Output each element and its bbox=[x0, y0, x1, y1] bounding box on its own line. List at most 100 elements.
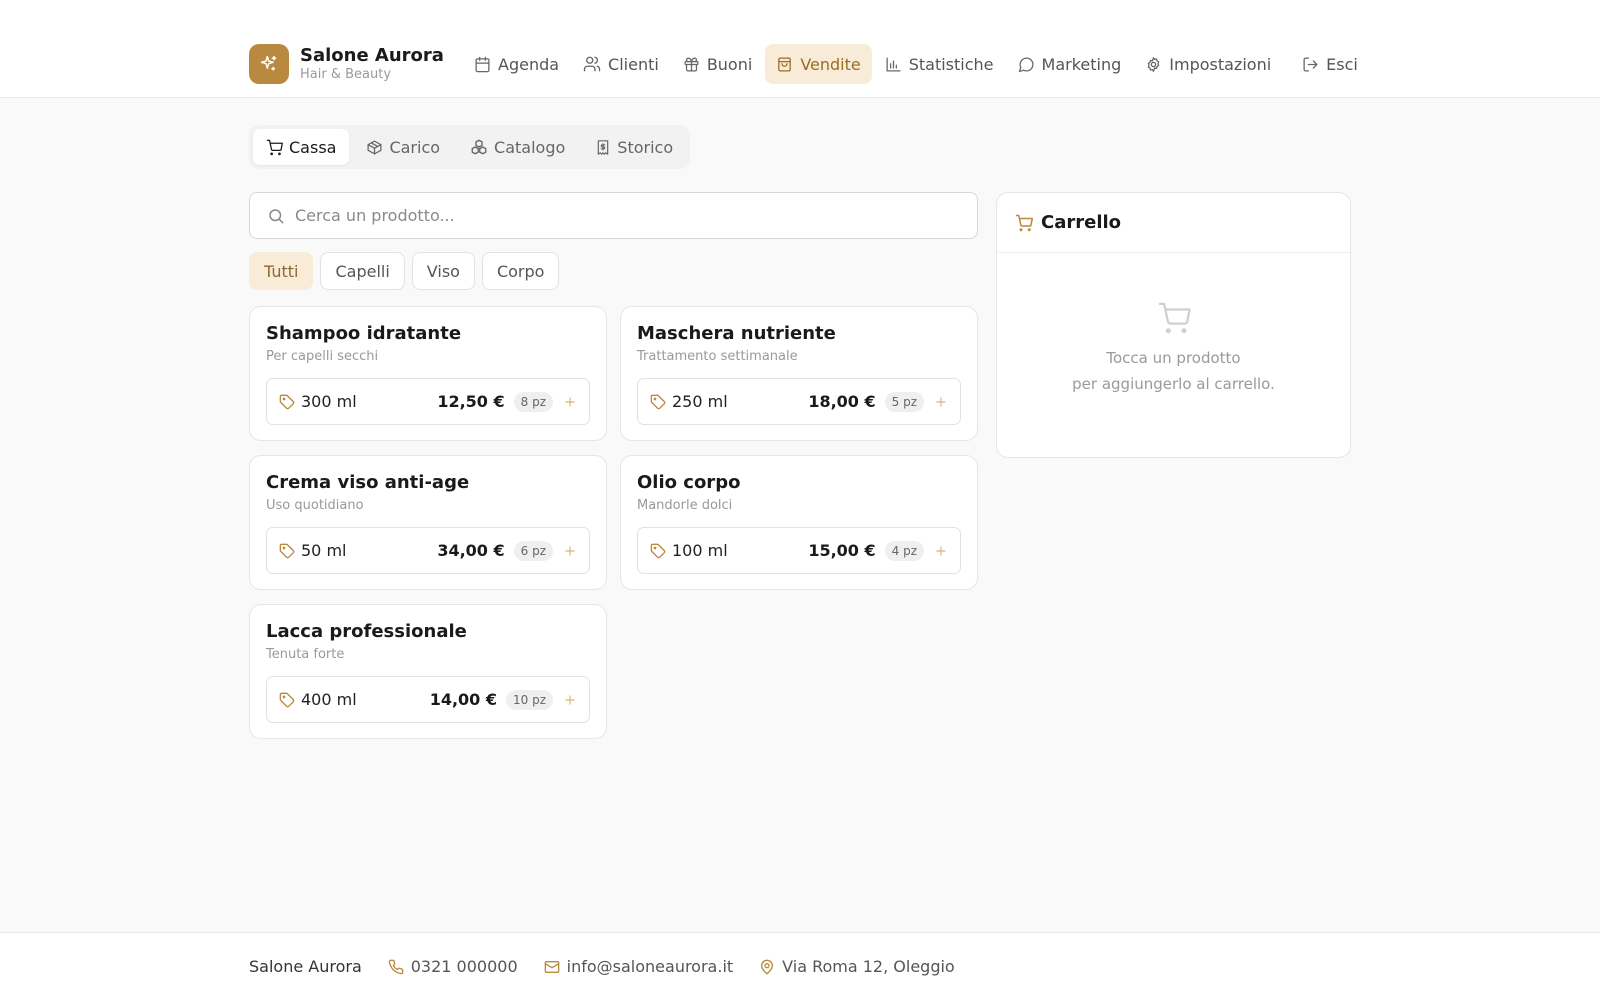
footer-address[interactable]: Via Roma 12, Oleggio bbox=[759, 957, 955, 976]
tab-carico[interactable]: Carico bbox=[353, 129, 453, 165]
nav-esci-label: Esci bbox=[1326, 54, 1358, 74]
product-card: Lacca professionale Tenuta forte 400 ml … bbox=[249, 604, 607, 739]
calendar-icon bbox=[474, 56, 491, 73]
product-name: Shampoo idratante bbox=[266, 323, 462, 344]
nav-statistiche-label: Statistiche bbox=[908, 54, 994, 74]
brand-subtitle: Hair & Beauty bbox=[300, 67, 392, 82]
users-icon bbox=[583, 55, 601, 73]
plus-icon[interactable] bbox=[561, 691, 579, 709]
product-description: Uso quotidiano bbox=[266, 498, 364, 513]
nav-marketing[interactable]: Marketing bbox=[1007, 44, 1133, 84]
product-variant-button[interactable]: 400 ml 14,00 € 10 pz bbox=[266, 676, 590, 723]
gift-icon bbox=[683, 56, 700, 73]
mail-icon bbox=[544, 959, 560, 975]
footer-email-text: info@saloneaurora.it bbox=[566, 957, 734, 976]
tag-icon bbox=[650, 543, 666, 559]
bar-chart-icon bbox=[885, 56, 902, 73]
filter-corpo[interactable]: Corpo bbox=[481, 252, 560, 290]
plus-icon[interactable] bbox=[932, 393, 950, 411]
variant-size: 100 ml bbox=[672, 541, 728, 560]
tab-cassa-label: Cassa bbox=[289, 137, 337, 157]
shopping-cart-icon bbox=[266, 139, 283, 156]
filter-tutti[interactable]: Tutti bbox=[249, 252, 314, 290]
tab-catalogo-label: Catalogo bbox=[494, 137, 566, 157]
category-filters: Tutti Capelli Viso Corpo bbox=[249, 252, 566, 290]
message-circle-icon bbox=[1018, 56, 1035, 73]
footer-phone[interactable]: 0321 000000 bbox=[388, 957, 518, 976]
filter-capelli[interactable]: Capelli bbox=[320, 252, 405, 290]
nav-marketing-label: Marketing bbox=[1041, 54, 1122, 74]
package-icon bbox=[366, 139, 383, 156]
tab-storico[interactable]: Storico bbox=[582, 129, 686, 165]
footer-address-text: Via Roma 12, Oleggio bbox=[782, 957, 955, 976]
search-input[interactable] bbox=[295, 206, 955, 225]
nav-esci[interactable]: Esci bbox=[1291, 44, 1369, 84]
footer-email[interactable]: info@saloneaurora.it bbox=[544, 957, 734, 976]
cart-empty-line-1: Tocca un prodotto bbox=[1106, 349, 1241, 367]
brand[interactable]: Salone Aurora Hair & Beauty bbox=[249, 44, 444, 84]
variant-price: 15,00 € bbox=[808, 541, 876, 560]
product-name: Maschera nutriente bbox=[637, 323, 836, 344]
nav-statistiche[interactable]: Statistiche bbox=[874, 44, 1005, 84]
product-description: Trattamento settimanale bbox=[637, 349, 798, 364]
plus-icon[interactable] bbox=[932, 542, 950, 560]
product-card: Shampoo idratante Per capelli secchi 300… bbox=[249, 306, 607, 441]
nav-buoni-label: Buoni bbox=[706, 54, 753, 74]
tag-icon bbox=[279, 692, 295, 708]
plus-icon[interactable] bbox=[561, 542, 579, 560]
empty-cart-icon bbox=[1157, 301, 1191, 335]
product-description: Per capelli secchi bbox=[266, 349, 379, 364]
nav-vendite-label: Vendite bbox=[800, 54, 861, 74]
footer: Salone Aurora 0321 000000 info@saloneaur… bbox=[0, 932, 1600, 1000]
product-variant-button[interactable]: 100 ml 15,00 € 4 pz bbox=[637, 527, 961, 574]
cart-header: Carrello bbox=[997, 193, 1350, 253]
nav-agenda[interactable]: Agenda bbox=[463, 44, 570, 84]
tag-icon bbox=[650, 394, 666, 410]
stock-badge: 6 pz bbox=[513, 540, 553, 561]
footer-phone-text: 0321 000000 bbox=[410, 957, 518, 976]
nav-clienti-label: Clienti bbox=[608, 54, 659, 74]
variant-size: 50 ml bbox=[301, 541, 347, 560]
product-search[interactable] bbox=[249, 192, 978, 239]
nav-clienti[interactable]: Clienti bbox=[572, 44, 670, 84]
tab-catalogo[interactable]: Catalogo bbox=[457, 129, 578, 165]
main-nav: Agenda Clienti Buoni Vendite Statistiche bbox=[463, 44, 1371, 84]
tag-icon bbox=[279, 394, 295, 410]
nav-buoni[interactable]: Buoni bbox=[672, 44, 764, 84]
tag-icon bbox=[279, 543, 295, 559]
product-variant-button[interactable]: 250 ml 18,00 € 5 pz bbox=[637, 378, 961, 425]
sparkles-icon bbox=[249, 44, 289, 84]
variant-price: 18,00 € bbox=[808, 392, 876, 411]
product-name: Lacca professionale bbox=[266, 621, 467, 642]
stock-badge: 8 pz bbox=[513, 391, 553, 412]
tab-cassa[interactable]: Cassa bbox=[253, 129, 350, 165]
nav-impostazioni-label: Impostazioni bbox=[1169, 54, 1272, 74]
sales-subtabs: Cassa Carico Catalogo Storico bbox=[249, 125, 691, 169]
product-card: Olio corpo Mandorle dolci 100 ml 15,00 €… bbox=[620, 455, 978, 590]
product-description: Mandorle dolci bbox=[637, 498, 733, 513]
stock-badge: 4 pz bbox=[884, 540, 924, 561]
product-card: Crema viso anti-age Uso quotidiano 50 ml… bbox=[249, 455, 607, 590]
variant-size: 300 ml bbox=[301, 392, 357, 411]
product-variant-button[interactable]: 300 ml 12,50 € 8 pz bbox=[266, 378, 590, 425]
variant-price: 12,50 € bbox=[437, 392, 505, 411]
gear-icon bbox=[1145, 56, 1162, 73]
filter-viso[interactable]: Viso bbox=[411, 252, 475, 290]
product-description: Tenuta forte bbox=[266, 647, 345, 662]
variant-price: 14,00 € bbox=[429, 690, 497, 709]
plus-icon[interactable] bbox=[561, 393, 579, 411]
nav-agenda-label: Agenda bbox=[498, 54, 560, 74]
shopping-cart-icon bbox=[1015, 214, 1033, 232]
cart-title: Carrello bbox=[1041, 212, 1122, 233]
phone-icon bbox=[388, 959, 404, 975]
tab-storico-label: Storico bbox=[617, 137, 674, 157]
log-out-icon bbox=[1302, 56, 1319, 73]
cart-empty-line-2: per aggiungerlo al carrello. bbox=[1072, 375, 1275, 393]
nav-vendite[interactable]: Vendite bbox=[765, 44, 872, 84]
product-card: Maschera nutriente Trattamento settimana… bbox=[620, 306, 978, 441]
map-pin-icon bbox=[759, 959, 775, 975]
receipt-icon bbox=[595, 139, 611, 156]
nav-impostazioni[interactable]: Impostazioni bbox=[1134, 44, 1282, 84]
top-header: Salone Aurora Hair & Beauty Agenda Clien… bbox=[0, 0, 1600, 98]
product-variant-button[interactable]: 50 ml 34,00 € 6 pz bbox=[266, 527, 590, 574]
